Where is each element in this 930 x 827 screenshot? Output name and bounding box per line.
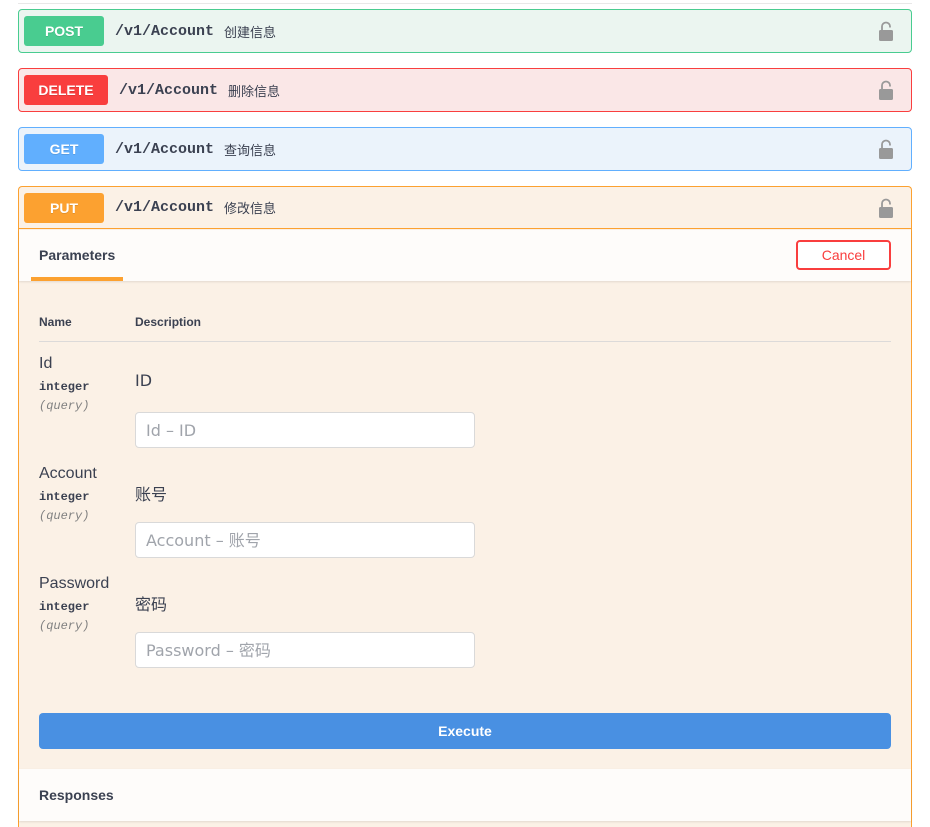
param-name: Id — [39, 355, 53, 372]
operation-path: /v1/Account — [115, 140, 215, 158]
method-badge-post: POST — [24, 16, 104, 46]
account-input[interactable] — [135, 522, 475, 558]
operation-summary[interactable]: DELETE /v1/Account 删除信息 — [19, 69, 911, 111]
unlock-icon[interactable] — [878, 21, 894, 41]
operation-description: 查询信息 — [224, 143, 277, 159]
param-location: (query) — [39, 399, 90, 413]
responses-header: Responses — [19, 769, 911, 821]
execute-button[interactable]: Execute — [39, 713, 891, 749]
operation-put: PUT /v1/Account 修改信息 Parameters Cancel N… — [18, 186, 912, 827]
tab-parameters[interactable]: Parameters — [39, 247, 115, 263]
tab-active-indicator — [31, 277, 123, 281]
param-name: Account — [39, 465, 97, 482]
operation-get[interactable]: GET /v1/Account 查询信息 — [18, 127, 912, 171]
method-badge-put: PUT — [24, 192, 104, 223]
operation-description: 修改信息 — [224, 202, 277, 217]
param-type: integer — [39, 600, 90, 614]
unlock-icon[interactable] — [878, 80, 894, 100]
unlock-icon[interactable] — [878, 139, 894, 159]
cancel-button[interactable]: Cancel — [796, 240, 891, 270]
unlock-icon[interactable] — [878, 198, 894, 218]
operation-path: /v1/Account — [119, 81, 219, 99]
operation-path: /v1/Account — [115, 199, 215, 216]
param-type: integer — [39, 380, 90, 394]
param-description: ID — [135, 371, 153, 390]
parameters-header: Parameters Cancel — [19, 230, 911, 281]
operation-description: 创建信息 — [224, 25, 277, 41]
operation-delete[interactable]: DELETE /v1/Account 删除信息 — [18, 68, 912, 112]
param-location: (query) — [39, 509, 90, 523]
header-divider — [39, 341, 891, 342]
column-header-name: Name — [39, 315, 72, 329]
column-header-description: Description — [135, 315, 202, 329]
operation-summary[interactable]: POST /v1/Account 创建信息 — [19, 10, 911, 52]
id-input[interactable] — [135, 412, 475, 448]
operation-post[interactable]: POST /v1/Account 创建信息 — [18, 9, 912, 53]
param-name: Password — [39, 575, 110, 592]
responses-title: Responses — [39, 787, 114, 803]
param-location: (query) — [39, 619, 90, 633]
password-input[interactable] — [135, 632, 475, 668]
param-description: 密码 — [135, 595, 168, 614]
param-description: 账号 — [135, 485, 168, 504]
operation-path: /v1/Account — [115, 22, 215, 40]
method-badge-delete: DELETE — [24, 75, 108, 105]
operation-description: 删除信息 — [228, 84, 281, 100]
operation-summary[interactable]: GET /v1/Account 查询信息 — [19, 128, 911, 170]
method-badge-get: GET — [24, 134, 104, 164]
top-divider — [18, 0, 912, 4]
operation-summary[interactable]: PUT /v1/Account 修改信息 — [19, 187, 911, 229]
param-type: integer — [39, 490, 90, 504]
